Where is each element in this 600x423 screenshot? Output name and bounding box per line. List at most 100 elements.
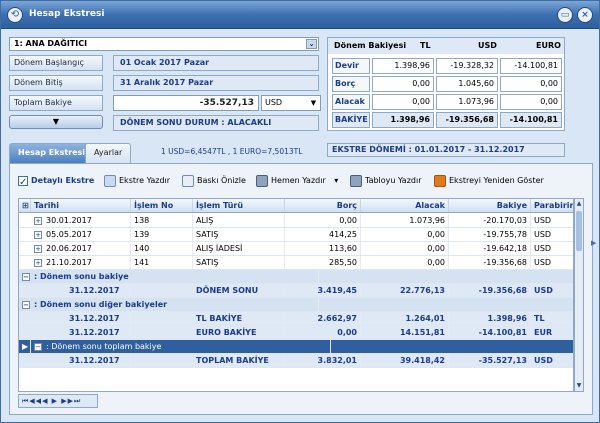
cell-type: EURO BAKİYE <box>193 326 285 339</box>
header-tl: TL <box>420 41 431 50</box>
record-navigator[interactable]: ⏮◀◀◀ ▶ ▶▶⏭ <box>18 394 98 408</box>
account-combo[interactable]: 1: ANA DAĞITICI ⌄ <box>9 37 319 51</box>
cell-credit: 14.151,81 <box>361 326 449 339</box>
cell-no: 141 <box>131 256 193 269</box>
group-row[interactable]: −: Dönem sonu diğer bakiyeler <box>19 298 573 312</box>
header-indicator: ⊞ <box>19 199 31 212</box>
expand-icon[interactable]: + <box>34 216 42 225</box>
close-icon[interactable]: × <box>577 7 593 23</box>
summary-row[interactable]: 31.12.2017 EURO BAKİYE 0,00 14.151,81 -1… <box>19 326 573 340</box>
group-row[interactable]: −: Dönem sonu bakiye <box>19 270 573 284</box>
total-label: Toplam Bakiye <box>9 95 103 111</box>
end-label: Dönem Bitiş <box>9 75 103 91</box>
cell-date: 30.01.2017 <box>46 216 92 225</box>
cell-balance: -19.356,68 <box>449 284 531 297</box>
cell-type: SATIŞ <box>193 228 285 241</box>
end-date-field[interactable]: 31 Aralık 2017 Pazar <box>113 75 319 91</box>
print-table-button[interactable]: Tabloyu Yazdır <box>350 172 421 190</box>
tl-cell: 0,00 <box>372 94 434 110</box>
chevron-down-icon[interactable]: ⌄ <box>306 39 317 49</box>
cell-debit: 0,00 <box>285 214 361 227</box>
quick-print-button[interactable]: Hemen Yazdır ▾ <box>256 172 338 190</box>
cell-type: TL BAKİYE <box>193 312 285 325</box>
minimize-icon[interactable]: ▭ <box>557 7 573 23</box>
tab-statement[interactable]: Hesap Ekstresi <box>9 143 95 163</box>
expand-icon[interactable]: + <box>34 230 42 239</box>
title-bar: ⟲ Hesap Ekstresi ▭ × <box>1 1 599 29</box>
summary-row[interactable]: 31.12.2017 DÖNEM SONU 3.419,45 22.776,13… <box>19 284 573 298</box>
collapse-icon[interactable]: − <box>22 272 30 281</box>
cell-currency: USD <box>531 256 573 269</box>
expand-button[interactable]: ▼ <box>9 115 103 129</box>
summary-row[interactable]: 31.12.2017 TL BAKİYE 2.662,97 1.264,01 1… <box>19 312 573 326</box>
cell-credit: 0,00 <box>361 228 449 241</box>
cell-date: 31.12.2017 <box>39 354 131 367</box>
summary-row[interactable]: 31.12.2017 TOPLAM BAKİYE 3.832,01 39.418… <box>19 354 573 368</box>
document-icon <box>104 174 116 187</box>
cell-currency: USD <box>531 228 573 241</box>
cell-balance: -19.755,78 <box>449 228 531 241</box>
cell-balance: -20.170,03 <box>449 214 531 227</box>
toolbar: Detaylı Ekstre Ekstre Yazdır Baskı Önizl… <box>10 172 592 192</box>
end-row: Dönem Bitiş 31 Aralık 2017 Pazar <box>9 75 319 91</box>
collapse-icon[interactable]: − <box>22 300 30 309</box>
printer-icon <box>256 174 268 187</box>
print-statement-button[interactable]: Ekstre Yazdır <box>104 172 170 190</box>
table-row[interactable]: +05.05.2017 139 SATIŞ 414,25 0,00 -19.75… <box>19 228 573 242</box>
start-label: Dönem Başlangıç <box>9 55 103 71</box>
table-row[interactable]: +20.06.2017 140 ALIŞ İADESİ 113,60 0,00 … <box>19 242 573 256</box>
col-currency[interactable]: Parabirimi <box>531 199 573 212</box>
cell-date: 31.12.2017 <box>39 284 131 297</box>
cell-balance: -19.356,68 <box>449 256 531 269</box>
cell-debit: 3.419,45 <box>285 284 361 297</box>
scroll-down-icon[interactable]: ▼ <box>575 381 583 391</box>
balance-header: Dönem Bakiyesi TL USD EURO <box>328 38 564 54</box>
cell-balance: -14.100,81 <box>449 326 531 339</box>
cell-credit: 39.418,42 <box>361 354 449 367</box>
start-date-field[interactable]: 01 Ocak 2017 Pazar <box>113 55 319 71</box>
cell-currency: TL <box>531 312 573 325</box>
chevron-down-icon[interactable]: ▾ <box>334 176 338 185</box>
vertical-scrollbar[interactable]: ▲ ▼ <box>574 198 584 392</box>
status-row: ▼ DÖNEM SONU DURUM : ALACAKLI <box>9 115 319 131</box>
header-euro: EURO <box>536 41 561 50</box>
refresh-statement-button[interactable]: Ekstreyi Yeniden Göster <box>434 172 544 190</box>
chevron-down-icon[interactable]: ▼ <box>308 98 319 108</box>
cell-credit: 1.073,96 <box>361 214 449 227</box>
panel-handle-icon[interactable]: ▶ <box>591 239 597 247</box>
collapse-icon[interactable]: − <box>34 342 42 351</box>
balance-total-row: BAKİYE 1.398,96 -19.356,68 -14.100,81 <box>332 112 562 128</box>
expand-icon[interactable]: + <box>34 244 42 253</box>
scroll-up-icon[interactable]: ▲ <box>575 199 583 209</box>
col-date[interactable]: Tarihi <box>31 199 131 212</box>
table-row[interactable]: +21.10.2017 141 SATIŞ 285,50 0,00 -19.35… <box>19 256 573 270</box>
currency-select[interactable]: USD ▼ <box>261 95 321 111</box>
group-label: : Dönem sonu toplam bakiye <box>46 342 162 351</box>
cell-credit: 22.776,13 <box>361 284 449 297</box>
group-row-selected[interactable]: ▶ −: Dönem sonu toplam bakiye <box>19 340 573 354</box>
euro-cell: -14.100,81 <box>500 58 562 74</box>
cell-date: 31.12.2017 <box>39 326 131 339</box>
table-row[interactable]: +30.01.2017 138 ALIŞ 0,00 1.073,96 -20.1… <box>19 214 573 228</box>
print-label: Ekstre Yazdır <box>119 176 171 185</box>
euro-cell: 0,00 <box>500 94 562 110</box>
tab-settings[interactable]: Ayarlar <box>85 143 132 163</box>
col-no[interactable]: İşlem No <box>131 199 193 212</box>
col-type[interactable]: İşlem Türü <box>193 199 285 212</box>
col-debit[interactable]: Borç <box>285 199 361 212</box>
cell-credit: 0,00 <box>361 242 449 255</box>
usd-cell: -19.356,68 <box>436 112 498 128</box>
print-table-label: Tabloyu Yazdır <box>365 176 422 185</box>
col-credit[interactable]: Alacak <box>361 199 449 212</box>
cell-currency: USD <box>531 242 573 255</box>
expand-icon[interactable]: + <box>34 258 42 267</box>
checkbox-checked-icon[interactable] <box>18 174 28 192</box>
cell-currency: USD <box>531 214 573 227</box>
app-icon[interactable]: ⟲ <box>7 7 23 23</box>
tl-cell: 1.398,96 <box>372 112 434 128</box>
col-balance[interactable]: Bakiye <box>449 199 531 212</box>
scroll-thumb[interactable] <box>576 211 582 251</box>
print-preview-button[interactable]: Baskı Önizle <box>182 172 246 190</box>
detailed-checkbox[interactable]: Detaylı Ekstre <box>18 172 94 192</box>
row-label: BAKİYE <box>332 112 370 128</box>
